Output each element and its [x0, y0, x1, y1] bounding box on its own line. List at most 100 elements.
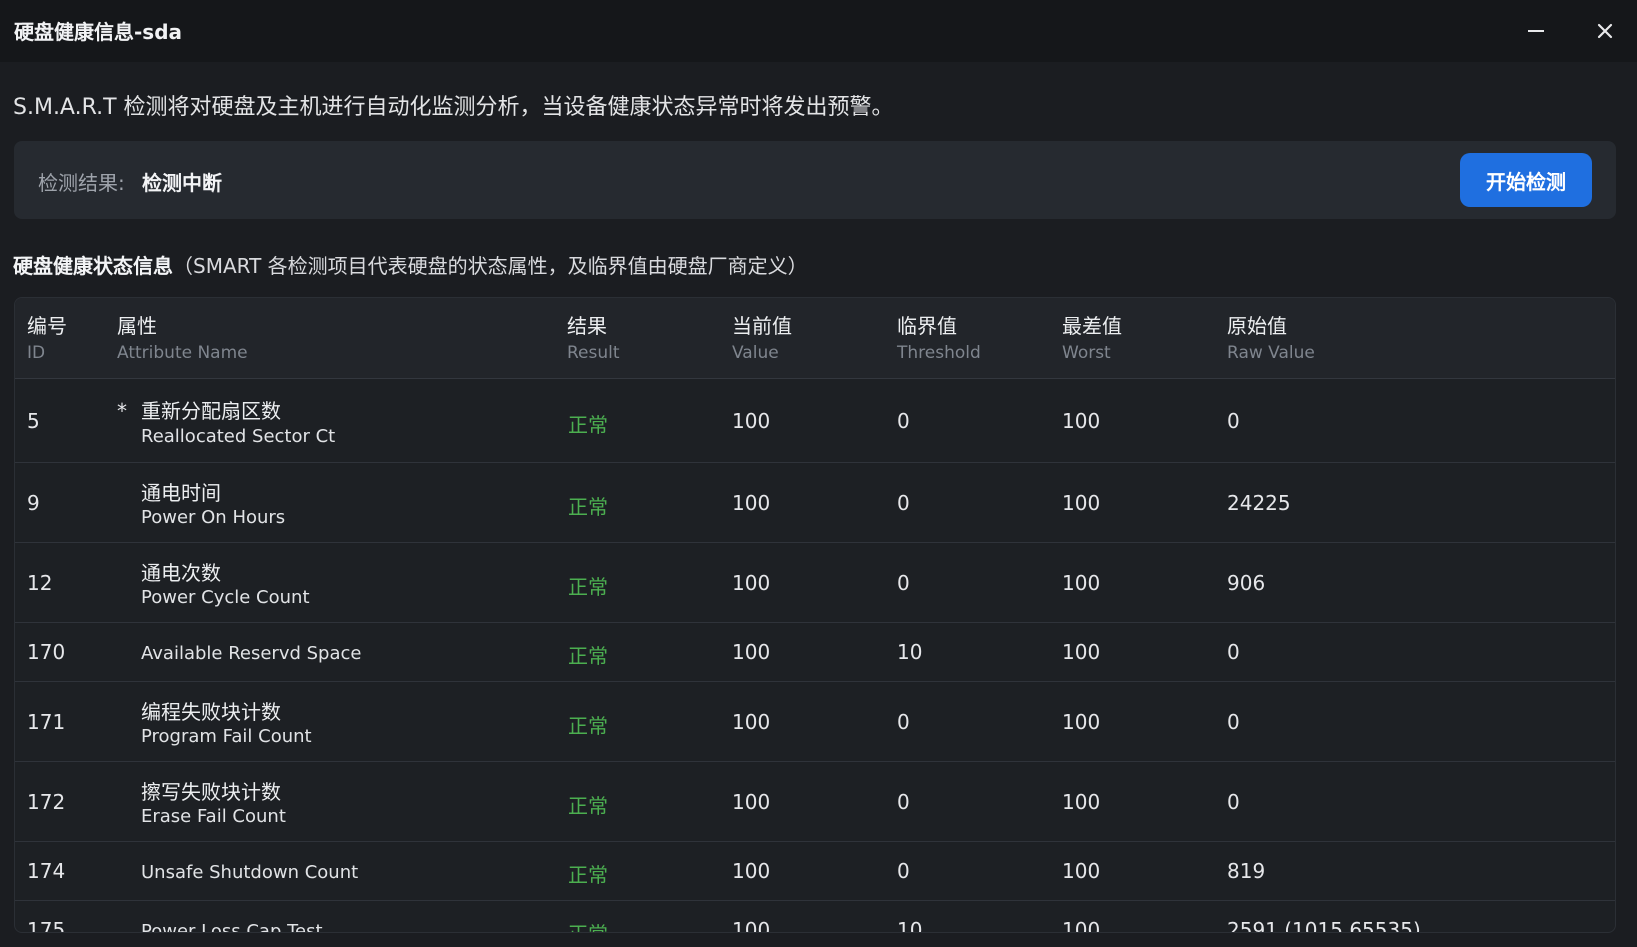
row-raw: 0	[1227, 409, 1240, 433]
row-name-cn: 擦写失败块计数	[141, 780, 281, 804]
row-value: 100	[732, 918, 771, 933]
row-worst: 100	[1062, 491, 1101, 515]
table-row: 5 * 重新分配扇区数 Reallocated Sector Ct 正常 100…	[15, 379, 1615, 463]
section-title: 硬盘健康状态信息（SMART 各检测项目代表硬盘的状态属性，及临界值由硬盘厂商定…	[13, 250, 808, 279]
col-header-en: Worst	[1062, 343, 1111, 363]
row-value: 100	[732, 859, 771, 883]
col-header-id: 编号 ID	[27, 310, 67, 363]
row-result: 正常	[568, 863, 608, 887]
table-row: 170 Available Reservd Space 正常 100 10 10…	[15, 623, 1615, 682]
row-result: 正常	[568, 918, 608, 932]
row-id: 9	[27, 491, 40, 515]
smart-table: 编号 ID 属性 Attribute Name 结果 Result 当前值 Va…	[14, 297, 1616, 933]
minimize-button[interactable]	[1518, 13, 1554, 49]
description-text: S.M.A.R.T 检测将对硬盘及主机进行自动化监测分析，当设备健康状态异常时将…	[13, 95, 894, 120]
table-row: 174 Unsafe Shutdown Count 正常 100 0 100 8…	[15, 842, 1615, 901]
table-row: 12 通电次数 Power Cycle Count 正常 100 0 100 9…	[15, 543, 1615, 623]
col-header-en: Result	[567, 343, 620, 363]
row-name-en: Power Loss Cap Test	[141, 921, 323, 933]
close-button[interactable]	[1587, 13, 1623, 49]
close-icon	[1597, 23, 1613, 39]
row-threshold: 0	[897, 710, 910, 734]
row-id: 170	[27, 640, 66, 664]
table-header: 编号 ID 属性 Attribute Name 结果 Result 当前值 Va…	[15, 298, 1615, 379]
table-row: 171 编程失败块计数 Program Fail Count 正常 100 0 …	[15, 682, 1615, 762]
row-name-cn: 重新分配扇区数	[141, 399, 281, 423]
smart-dialog: 硬盘健康信息-sda S.M.A.R.T 检测将对硬盘及主机进行自动化监测分析，…	[0, 0, 1637, 947]
col-header-cn: 属性	[117, 314, 157, 338]
row-threshold: 0	[897, 571, 910, 595]
row-result: 正常	[568, 714, 608, 738]
row-threshold: 0	[897, 790, 910, 814]
row-name-en: Program Fail Count	[141, 726, 312, 747]
row-worst: 100	[1062, 409, 1101, 433]
row-worst: 100	[1062, 918, 1101, 933]
row-name-en: Available Reservd Space	[141, 643, 362, 664]
row-name-en: Erase Fail Count	[141, 806, 286, 827]
start-check-button[interactable]: 开始检测	[1460, 153, 1592, 207]
row-name-en: Unsafe Shutdown Count	[141, 862, 359, 883]
col-header-en: Value	[732, 343, 779, 363]
row-value: 100	[732, 640, 771, 664]
col-header-en: Threshold	[897, 343, 981, 363]
row-result: 正常	[568, 575, 608, 599]
row-name-cn: 通电次数	[141, 561, 221, 585]
row-worst: 100	[1062, 710, 1101, 734]
row-id: 171	[27, 710, 66, 734]
table-row: 175 Power Loss Cap Test 正常 100 10 100 25…	[15, 901, 1615, 933]
row-name-en: Power Cycle Count	[141, 587, 310, 608]
row-id: 175	[27, 918, 66, 933]
row-raw: 0	[1227, 710, 1240, 734]
col-header-en: ID	[27, 343, 46, 363]
row-value: 100	[732, 790, 771, 814]
row-threshold: 0	[897, 409, 910, 433]
row-threshold: 10	[897, 918, 923, 933]
row-name-cn: 编程失败块计数	[141, 700, 281, 724]
table-row: 172 擦写失败块计数 Erase Fail Count 正常 100 0 10…	[15, 762, 1615, 842]
section-title-note: （SMART 各检测项目代表硬盘的状态属性，及临界值由硬盘厂商定义）	[173, 254, 808, 278]
row-raw: 2591 (1015 65535)	[1227, 918, 1421, 933]
row-result: 正常	[568, 413, 608, 437]
col-header-en: Attribute Name	[117, 343, 248, 363]
col-header-cn: 原始值	[1227, 314, 1287, 338]
col-header-cn: 最差值	[1062, 314, 1122, 338]
result-panel: 检测结果: 检测中断 开始检测	[14, 141, 1616, 219]
col-header-cn: 临界值	[897, 314, 957, 338]
row-threshold: 0	[897, 491, 910, 515]
col-header-worst: 最差值 Worst	[1062, 310, 1122, 363]
section-title-main: 硬盘健康状态信息	[13, 254, 173, 278]
row-name-en: Power On Hours	[141, 507, 286, 528]
row-raw: 24225	[1227, 491, 1291, 515]
col-header-result: 结果 Result	[567, 310, 620, 363]
col-header-cn: 编号	[27, 314, 67, 338]
row-id: 172	[27, 790, 66, 814]
row-id: 174	[27, 859, 66, 883]
row-value: 100	[732, 571, 771, 595]
table-row: 9 通电时间 Power On Hours 正常 100 0 100 24225	[15, 463, 1615, 543]
row-star: *	[117, 399, 127, 423]
row-name-cn: 通电时间	[141, 481, 221, 505]
row-threshold: 0	[897, 859, 910, 883]
row-raw: 0	[1227, 640, 1240, 664]
col-header-cn: 结果	[567, 314, 607, 338]
row-value: 100	[732, 491, 771, 515]
row-worst: 100	[1062, 790, 1101, 814]
col-header-en: Raw Value	[1227, 343, 1315, 363]
row-result: 正常	[568, 495, 608, 519]
row-result: 正常	[568, 794, 608, 818]
result-label: 检测结果:	[38, 171, 125, 195]
window-title: 硬盘健康信息-sda	[14, 20, 183, 44]
row-id: 5	[27, 409, 40, 433]
col-header-value: 当前值 Value	[732, 310, 792, 363]
row-value: 100	[732, 409, 771, 433]
row-value: 100	[732, 710, 771, 734]
row-name-en: Reallocated Sector Ct	[141, 426, 336, 447]
minimize-icon	[1528, 30, 1544, 32]
row-result: 正常	[568, 644, 608, 668]
row-worst: 100	[1062, 571, 1101, 595]
col-header-threshold: 临界值 Threshold	[897, 310, 981, 363]
row-raw: 906	[1227, 571, 1266, 595]
col-header-cn: 当前值	[732, 314, 792, 338]
row-raw: 819	[1227, 859, 1266, 883]
row-threshold: 10	[897, 640, 923, 664]
